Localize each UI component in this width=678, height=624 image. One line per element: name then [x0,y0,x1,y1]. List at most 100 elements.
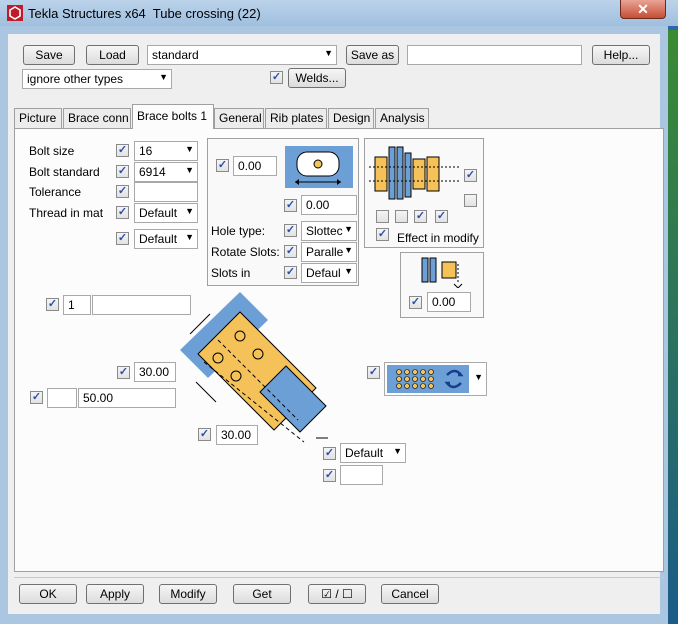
bolt-standard-value: 6914 [139,165,166,179]
filter-select[interactable]: ignore other types ▼ [22,69,172,89]
bottom-select[interactable]: Default ▼ [340,443,406,463]
chevron-down-icon: ▼ [344,245,353,255]
bolt-size-value: 16 [139,144,153,158]
preset-value: standard [152,48,199,62]
hole-type-checkbox[interactable]: ✓ [284,224,297,237]
ok-button[interactable]: OK [19,584,77,604]
bolt-standard-label: Bolt standard [29,165,100,179]
gap-checkbox[interactable]: ✓ [409,296,422,309]
thread-in-mat-label: Thread in mat [29,206,104,220]
effect-checkbox-3[interactable]: ✓ [414,210,427,223]
effect-checkbox-4[interactable]: ✓ [435,210,448,223]
slot-input[interactable]: 0.00 [301,195,357,215]
chevron-down-icon: ▼ [393,446,402,456]
save-as-button[interactable]: Save as [346,45,399,65]
modify-button[interactable]: Modify [159,584,217,604]
filter-value: ignore other types [27,72,124,86]
chevron-down-icon: ▼ [324,48,333,58]
chevron-down-icon: ▼ [344,224,353,234]
slots-in-checkbox[interactable]: ✓ [284,266,297,279]
dim-b-checkbox[interactable]: ✓ [30,391,43,404]
bottom-select-value: Default [345,446,384,460]
welds-button[interactable]: Welds... [288,68,346,88]
rotate-slots-label: Rotate Slots: [211,245,280,259]
bolt-size-checkbox[interactable]: ✓ [116,144,129,157]
rotate-slots-select[interactable]: Paralle ▼ [301,242,357,262]
dim-c-input[interactable]: 30.00 [216,425,258,445]
chevron-down-icon: ▼ [159,72,168,82]
bottom-combo-checkbox[interactable]: ✓ [323,447,336,460]
effect-in-modify-label: Effect in modify [397,231,479,245]
hole-type-value: Slottec [306,224,343,238]
pattern-checkbox[interactable]: ✓ [367,366,380,379]
extra-checkbox[interactable]: ✓ [116,232,129,245]
hole-offset-checkbox[interactable]: ✓ [216,159,229,172]
tolerance-input[interactable] [134,182,198,202]
thread-checkbox[interactable]: ✓ [116,206,129,219]
tab-brace-conn[interactable]: Brace conn [63,108,131,128]
bolt-standard-select[interactable]: 6914 ▼ [134,162,198,182]
dim-a-input[interactable]: 30.00 [134,362,176,382]
slot-checkbox[interactable]: ✓ [284,199,297,212]
chevron-down-icon: ▼ [185,206,194,216]
chevron-down-icon: ▼ [185,232,194,242]
effect-checkbox-2[interactable] [395,210,408,223]
slots-in-select[interactable]: Defaul ▼ [301,263,357,283]
bottom-field-checkbox[interactable]: ✓ [323,469,336,482]
chevron-down-icon: ▼ [474,372,483,382]
help-button[interactable]: Help... [592,45,650,65]
bolt-size-select[interactable]: 16 ▼ [134,141,198,161]
chevron-down-icon: ▼ [344,266,353,276]
background-strip [668,30,678,624]
effect-checkbox-1[interactable] [376,210,389,223]
dim-b-left-input[interactable] [47,388,77,408]
slots-in-value: Defaul [306,266,341,280]
tab-analysis[interactable]: Analysis [375,108,429,128]
effect-in-modify-checkbox[interactable]: ✓ [376,228,389,241]
preset-select[interactable]: standard ▼ [147,45,337,65]
extra-value: Default [139,232,178,246]
tab-picture[interactable]: Picture [14,108,62,128]
title-bar: Tekla Structures x64 Tube crossing (22) [0,0,678,26]
tolerance-label: Tolerance [29,185,82,199]
bolt-assembly-diagram [369,146,459,200]
save-as-input[interactable] [407,45,582,65]
toggle-all-button[interactable]: ☑ / ☐ [308,584,366,604]
tab-design[interactable]: Design [328,108,374,128]
rotate-slots-checkbox[interactable]: ✓ [284,245,297,258]
tab-general[interactable]: General [214,108,264,128]
bolt-pattern-select[interactable]: ▼ [384,362,487,396]
window-title: Tekla Structures x64 Tube crossing (22) [28,6,261,21]
dim-a-checkbox[interactable]: ✓ [117,366,130,379]
gap-diagram [421,257,463,288]
get-button[interactable]: Get [233,584,291,604]
footer-divider [14,577,664,578]
dim-b-input[interactable]: 50.00 [78,388,176,408]
slots-in-label: Slots in [211,266,251,280]
extra-select[interactable]: Default ▼ [134,229,198,249]
gap-input[interactable]: 0.00 [427,292,471,312]
bolt-standard-checkbox[interactable]: ✓ [116,165,129,178]
hole-type-select[interactable]: Slottec ▼ [301,221,357,241]
effect-right-top-checkbox[interactable]: ✓ [464,169,477,182]
load-button[interactable]: Load [86,45,139,65]
slotted-hole-diagram [285,146,353,188]
hole-offset-input[interactable]: 0.00 [233,156,277,176]
bolt-count-checkbox[interactable]: ✓ [46,298,59,311]
thread-select[interactable]: Default ▼ [134,203,198,223]
close-button[interactable]: ✕ [620,0,666,19]
bolt-count-input[interactable]: 1 [63,295,91,315]
tolerance-checkbox[interactable]: ✓ [116,185,129,198]
dim-c-checkbox[interactable]: ✓ [198,428,211,441]
tab-rib-plates[interactable]: Rib plates [265,108,327,128]
bolt-grid-icon [387,365,469,393]
save-button[interactable]: Save [23,45,75,65]
apply-button[interactable]: Apply [86,584,144,604]
cancel-button[interactable]: Cancel [381,584,439,604]
welds-checkbox[interactable]: ✓ [270,71,283,84]
bolt-size-label: Bolt size [29,144,75,158]
tab-brace-bolts-1[interactable]: Brace bolts 1 [132,104,214,129]
bottom-input[interactable] [340,465,383,485]
tekla-logo-icon [7,5,23,21]
effect-right-bottom-checkbox[interactable] [464,194,477,207]
